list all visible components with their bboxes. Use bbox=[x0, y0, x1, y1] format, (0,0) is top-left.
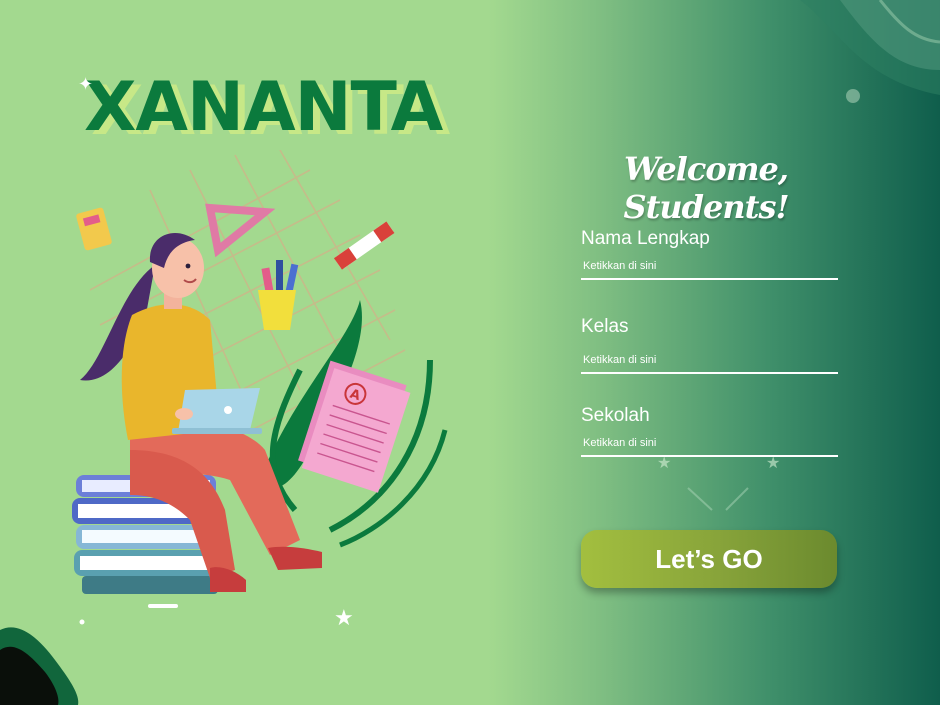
class-field: Kelas bbox=[581, 316, 838, 374]
class-label: Kelas bbox=[581, 316, 629, 337]
full-name-input[interactable] bbox=[581, 258, 838, 280]
notebook-icon bbox=[76, 207, 112, 251]
full-name-label: Nama Lengkap bbox=[581, 228, 710, 249]
sparkle-icon: ✦ bbox=[78, 74, 94, 95]
login-screen: ★ ★ XANANTA XANANTA ✦ ★ A Welcome, Stude… bbox=[0, 0, 940, 705]
school-label: Sekolah bbox=[581, 405, 650, 426]
brand-logo: XANANTA XANANTA bbox=[84, 72, 450, 148]
class-input[interactable] bbox=[581, 352, 838, 374]
lets-go-button[interactable]: Let’s GO bbox=[581, 530, 837, 588]
student-illustration: A bbox=[72, 150, 448, 594]
logo-text: XANANTA bbox=[84, 68, 443, 147]
school-input[interactable] bbox=[581, 435, 838, 457]
marker-icon bbox=[333, 221, 395, 270]
welcome-heading: Welcome, Students! bbox=[623, 150, 790, 226]
school-field: Sekolah bbox=[581, 405, 838, 457]
full-name-field: Nama Lengkap bbox=[581, 228, 838, 280]
pencil-cup-icon bbox=[258, 260, 299, 330]
